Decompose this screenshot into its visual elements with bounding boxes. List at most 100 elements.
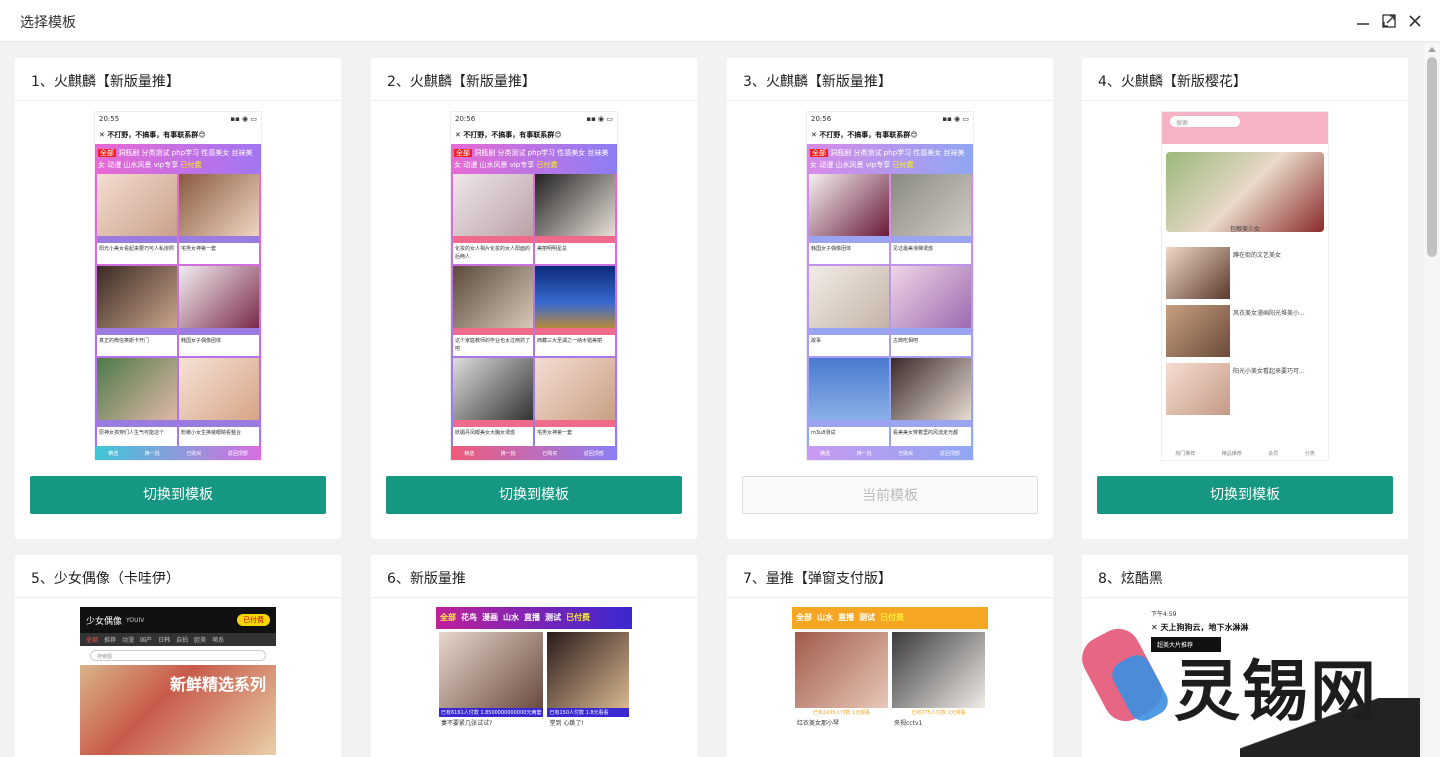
- template-preview[interactable]: 20:56 ▪▪ ◉ ▭ ✕ 不打野，不搞事，有事联系群😊 全部 洞瓶剧 分类测试…: [450, 111, 618, 461]
- thumb-card: 这个家庭教师的毕业也太过两抓了吧: [453, 266, 533, 356]
- phone-tag: 已付费: [180, 161, 202, 169]
- thumb-caption: 看美美女穿着里的风流走光都: [893, 430, 959, 436]
- thumb-card: 原神女孩穿们人生气可能这个: [97, 358, 177, 448]
- template-title: 2、火麒麟【新版量推】: [371, 58, 697, 101]
- template-preview[interactable]: 20:56 ▪▪ ◉ ▭ ✕ 不打野，不搞事，有事联系群😊 全部 洞瓶剧 分类测试…: [806, 111, 974, 461]
- thumb-image: [809, 266, 889, 328]
- thumb-image: [891, 174, 971, 236]
- kawaii-header: 少女偶像 YOUIV 已付费: [80, 607, 276, 633]
- template-preview[interactable]: 全部 花鸟 漫画 山水 直播 测试 已付费 已有6161人付款 1.850000000000…: [436, 607, 632, 757]
- phone-tag: vip专享: [153, 161, 179, 169]
- thumb-card: m3u8测试: [809, 358, 889, 448]
- phone-footer: 精选 换一批 已购买 返回顶部: [807, 446, 973, 460]
- sakura-tabbar: 热门推荐 精品推荐 会员 分类: [1162, 436, 1328, 460]
- thumb-card: 化妆的女人相片化妆的女人阳面的后两人: [453, 174, 533, 264]
- template-preview[interactable]: 20:55 ▪▪ ◉ ▭ ✕ 不打野，不搞事，有事联系群😊 全部 洞瓶剧 分类测试…: [94, 111, 262, 461]
- phone-tag: 动漫: [819, 161, 834, 169]
- thumb-image: [809, 358, 889, 420]
- phone-tag: 动漫: [463, 161, 478, 169]
- vertical-scrollbar[interactable]: [1424, 43, 1440, 757]
- phone-tag: 山水风景: [479, 161, 508, 169]
- thumb-image: [535, 266, 615, 328]
- thumb-caption: 宅男女神第一套: [537, 430, 573, 436]
- thumb-card: 宅男女神第一套: [179, 174, 259, 264]
- template-card: 4、火麒麟【新版樱花】 搜索 包眼美少女 蹲在街的文艺美女 风衣美女漫画阳光堆美…: [1082, 58, 1408, 539]
- phone-footer: 精选 换一批 已购买 返回顶部: [95, 446, 261, 460]
- thumb-card: 见过最美滑梯诱惑: [891, 174, 971, 264]
- template-title: 1、火麒麟【新版量推】: [15, 58, 341, 101]
- phone-group-title: 不打野，不搞事，有事联系群: [463, 131, 555, 139]
- thumb-caption: 这个家庭教师的毕业也太过两抓了吧: [455, 338, 531, 352]
- thumb-image: [891, 358, 971, 420]
- phone-tag-bar: 全部 洞瓶剧 分类测试 php学习 性感美女 丝袜美女 动漫 山水风景 vip专…: [95, 144, 261, 174]
- minimize-icon: [1357, 23, 1369, 25]
- template-preview[interactable]: 少女偶像 YOUIV 已付费 全部 推荐 动漫 国产 日韩 自拍 欧美 萌系 搜索图 新鲜精选…: [80, 607, 276, 757]
- phone-tag: php学习: [883, 149, 912, 157]
- thumb-card: 已有6161人付款 1.8500000000000元两套 妻不要紧几张试试?: [439, 632, 544, 728]
- thumb-caption: 化妆的女人相片化妆的女人阳面的后两人: [455, 246, 531, 260]
- phone-tag: 全部: [98, 149, 116, 157]
- thumb-caption: 真正的微信奥斯卡开门: [99, 338, 150, 344]
- phone-tag: 动漫: [107, 161, 122, 169]
- phone-tag: 性感美女: [557, 149, 586, 157]
- template-title: 8、炫酷黑: [1082, 555, 1408, 598]
- thumb-image: [453, 358, 533, 420]
- thumb-card: 已有2435人付款 1元观看 红衣美女那小琴: [795, 632, 888, 728]
- template-card: 7、量推【弹窗支付版】 全部 山水 直播 测试 已付费 已有2435人付款 1元观看 红…: [727, 555, 1053, 757]
- thumb-image: [1166, 247, 1230, 299]
- list-caption: 风衣美女漫画阳光堆美小...: [1233, 310, 1305, 317]
- scroll-thumb[interactable]: [1427, 57, 1437, 257]
- phone-tag: 性感美女: [201, 149, 230, 157]
- list-item: 风衣美女漫画阳光堆美小...: [1166, 305, 1324, 357]
- kawaii-banner: 新鲜精选系列: [80, 665, 276, 755]
- minimize-button[interactable]: [1354, 12, 1372, 30]
- watermark-text: 灵锡网: [1174, 653, 1378, 730]
- switch-template-button[interactable]: 切换到模板: [30, 476, 326, 514]
- thumb-image: [1166, 363, 1230, 415]
- template-title: 6、新版量推: [371, 555, 697, 598]
- phone-footer: 精选 换一批 已购买 返回顶部: [451, 446, 617, 460]
- template-preview[interactable]: 全部 山水 直播 测试 已付费 已有2435人付款 1元观看 红衣美女那小琴 已有775…: [792, 607, 988, 757]
- close-icon: [1409, 15, 1421, 27]
- phone-tag: 已付费: [536, 161, 558, 169]
- template-title: 5、少女偶像（卡哇伊）: [15, 555, 341, 598]
- phone-tag: vip专享: [865, 161, 891, 169]
- thumb-card: 故事: [809, 266, 889, 356]
- maximize-button[interactable]: [1380, 12, 1398, 30]
- thumb-card: 妖媚丹凤眼美女大胸女诱惑: [453, 358, 533, 448]
- scroll-up-icon[interactable]: [1428, 47, 1436, 52]
- switch-template-button[interactable]: 切换到模板: [386, 476, 682, 514]
- template-preview[interactable]: 搜索 包眼美少女 蹲在街的文艺美女 风衣美女漫画阳光堆美小... 阳光小美女看起…: [1161, 111, 1329, 461]
- thumb-caption: 阳光小美女看起来要巧可人私房照: [99, 246, 175, 252]
- smile-icon: 😊: [198, 131, 206, 139]
- thumb-image: [453, 174, 533, 236]
- phone-tag: 全部: [454, 149, 472, 157]
- thumb-card: 真正的微信奥斯卡开门: [97, 266, 177, 356]
- thumb-card: 粉嫩小女生换装眼睛看整合: [179, 358, 259, 448]
- thumb-image: [892, 632, 985, 708]
- phone-time: 下午4:59: [1151, 611, 1177, 618]
- phone-group-title: 不打野，不搞事，有事联系群: [819, 131, 911, 139]
- thumb-image: [535, 174, 615, 236]
- close-button[interactable]: [1406, 12, 1424, 30]
- phone-tag: 洞瓶剧: [118, 149, 140, 157]
- thumb-card: 韩国女子偶像团体: [179, 266, 259, 356]
- thumb-caption: m3u8测试: [811, 430, 836, 436]
- template-title: 3、火麒麟【新版量推】: [727, 58, 1053, 101]
- phone-tag: 山水风景: [835, 161, 864, 169]
- sakura-header: 搜索: [1162, 112, 1328, 144]
- thumb-image: [179, 358, 259, 420]
- phone-tag-bar: 全部 山水 直播 测试 已付费: [792, 607, 988, 629]
- banner-caption: 包眼美少女: [1229, 226, 1260, 233]
- phone-tag: 分类测试: [853, 149, 882, 157]
- thumb-caption: 见过最美滑梯诱惑: [893, 246, 934, 252]
- thumb-card: 已有775人付款 1元观看 央视cctv1: [892, 632, 985, 728]
- kawaii-nav: 全部 推荐 动漫 国产 日韩 自拍 欧美 萌系: [80, 633, 276, 646]
- thumb-caption: 美丽明明星总: [537, 246, 568, 252]
- thumb-image: [179, 174, 259, 236]
- template-title: 7、量推【弹窗支付版】: [727, 555, 1053, 598]
- template-card: 6、新版量推 全部 花鸟 漫画 山水 直播 测试 已付费 已有6161人付款 1.85000…: [371, 555, 697, 757]
- switch-template-button[interactable]: 切换到模板: [1097, 476, 1393, 514]
- thumb-caption: 西藏三大圣湖之一纳木错美丽: [537, 338, 603, 344]
- template-card: 5、少女偶像（卡哇伊） 少女偶像 YOUIV 已付费 全部 推荐 动漫 国产 日韩 自拍欧…: [15, 555, 341, 757]
